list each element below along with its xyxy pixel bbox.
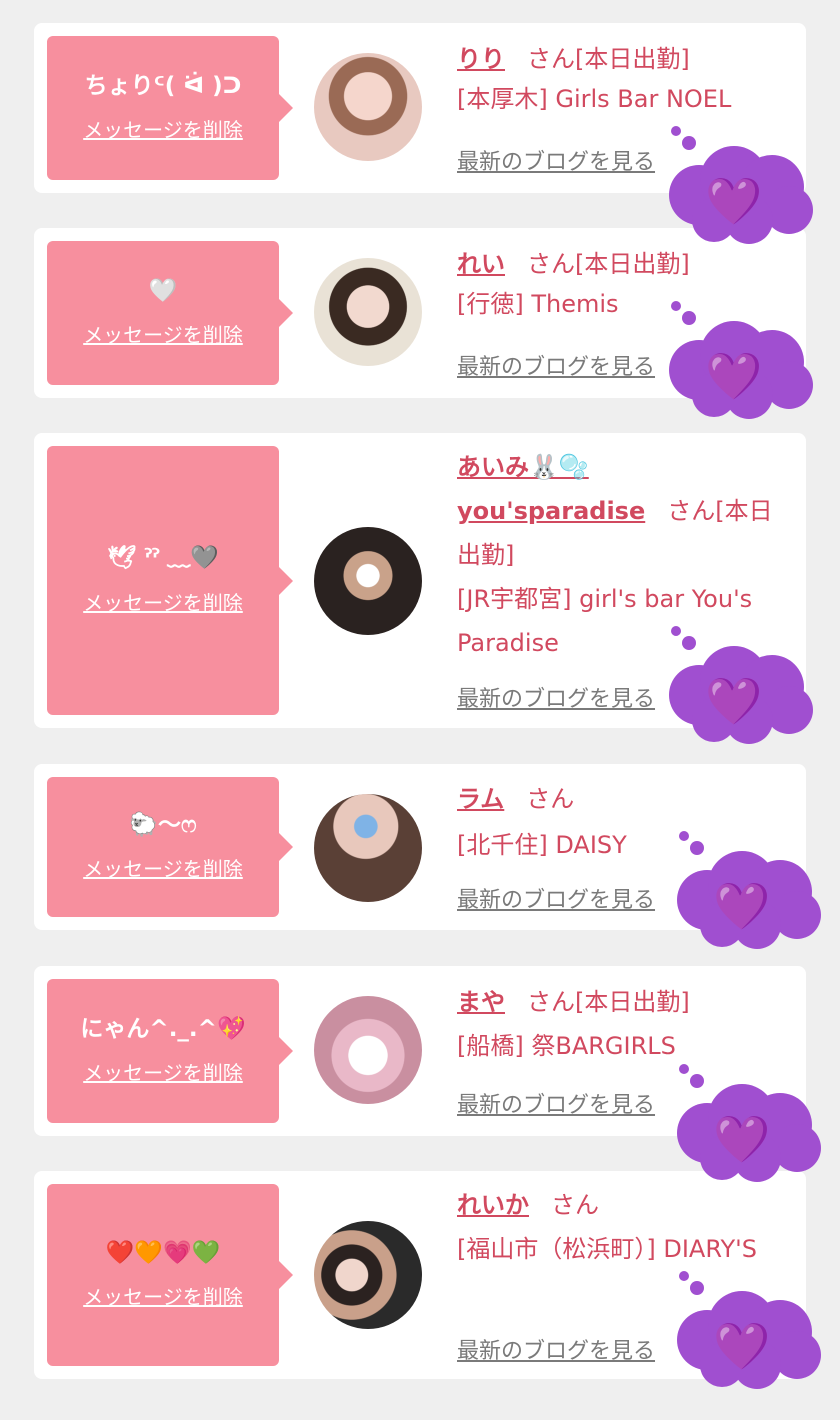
status-badge: [本日出勤] <box>575 988 690 1016</box>
delete-message-link[interactable]: メッセージを削除 <box>83 1281 243 1310</box>
user-info: まや さん[本日出勤] [船橋] 祭BARGIRLS <box>457 980 793 1068</box>
user-name-link[interactable]: れい <box>457 250 505 278</box>
delete-message-link[interactable]: メッセージを削除 <box>83 1057 243 1086</box>
honorific: さん <box>551 1191 599 1219</box>
user-info: りり さん[本日出勤] [本厚木] Girls Bar NOEL <box>457 39 793 119</box>
message-text: 🕊 ˀˀ ﹏🩶 <box>107 545 219 572</box>
message-text: にゃん^._.^💖 <box>80 1015 246 1042</box>
heart-icon: 💜 <box>713 1319 771 1373</box>
user-name-link[interactable]: まや <box>457 988 505 1016</box>
avatar[interactable] <box>314 996 422 1104</box>
honorific: さん <box>667 497 716 525</box>
message-bubble: 🐑〜ෆ メッセージを削除 <box>47 777 293 917</box>
message-bubble: ❤️🧡💗💚 メッセージを削除 <box>47 1184 293 1366</box>
avatar[interactable] <box>314 258 422 366</box>
shop-name: [北千住] DAISY <box>457 831 627 859</box>
delete-message-link[interactable]: メッセージを削除 <box>83 319 243 348</box>
status-badge: [本日出勤] <box>575 45 690 73</box>
message-bubble: 🤍 メッセージを削除 <box>47 241 293 385</box>
message-text: ちょりᑦ( ᐛ )ᑐ <box>84 72 242 99</box>
avatar[interactable] <box>314 527 422 635</box>
heart-reaction-button[interactable]: 💜 <box>654 625 814 745</box>
latest-blog-link[interactable]: 最新のブログを見る <box>457 349 655 381</box>
message-text: ❤️🧡💗💚 <box>105 1239 221 1266</box>
heart-icon: 💜 <box>705 349 763 403</box>
latest-blog-link[interactable]: 最新のブログを見る <box>457 1087 655 1119</box>
shop-name: [福山市（松浜町）] DIARY'S <box>457 1235 757 1263</box>
user-info: れいか さん [福山市（松浜町）] DIARY'S <box>457 1183 793 1271</box>
message-bubble: 🕊 ˀˀ ﹏🩶 メッセージを削除 <box>47 446 293 715</box>
honorific: さん <box>527 250 575 278</box>
shop-name: [船橋] 祭BARGIRLS <box>457 1032 676 1060</box>
message-bubble: ちょりᑦ( ᐛ )ᑐ メッセージを削除 <box>47 36 293 180</box>
delete-message-link[interactable]: メッセージを削除 <box>83 587 243 616</box>
message-text: 🐑〜ෆ <box>129 811 197 838</box>
status-badge: [本日出勤] <box>575 250 690 278</box>
heart-icon: 💜 <box>713 1112 771 1166</box>
user-name-link[interactable]: ラム <box>457 785 504 813</box>
shop-name: [本厚木] Girls Bar NOEL <box>457 85 732 113</box>
heart-reaction-button[interactable]: 💜 <box>654 300 814 420</box>
heart-icon: 💜 <box>705 174 763 228</box>
heart-reaction-button[interactable]: 💜 <box>662 1270 822 1390</box>
user-name-link[interactable]: れいか <box>457 1191 529 1219</box>
latest-blog-link[interactable]: 最新のブログを見る <box>457 882 655 914</box>
honorific: さん <box>526 785 575 813</box>
shop-name: [行徳] Themis <box>457 290 619 318</box>
honorific: さん <box>527 988 575 1016</box>
message-text: 🤍 <box>148 277 178 304</box>
user-name-link[interactable]: りり <box>457 45 505 73</box>
avatar[interactable] <box>314 53 422 161</box>
delete-message-link[interactable]: メッセージを削除 <box>83 853 243 882</box>
latest-blog-link[interactable]: 最新のブログを見る <box>457 1333 655 1365</box>
avatar[interactable] <box>314 794 422 902</box>
honorific: さん <box>527 45 575 73</box>
heart-reaction-button[interactable]: 💜 <box>662 830 822 950</box>
user-name-link[interactable]: あいみ🐰🫧 you'sparadise <box>457 453 645 525</box>
avatar[interactable] <box>314 1221 422 1329</box>
latest-blog-link[interactable]: 最新のブログを見る <box>457 144 655 176</box>
message-bubble: にゃん^._.^💖 メッセージを削除 <box>47 979 293 1123</box>
heart-reaction-button[interactable]: 💜 <box>662 1063 822 1183</box>
heart-icon: 💜 <box>705 674 763 728</box>
latest-blog-link[interactable]: 最新のブログを見る <box>457 681 655 713</box>
delete-message-link[interactable]: メッセージを削除 <box>83 114 243 143</box>
heart-icon: 💜 <box>713 879 771 933</box>
heart-reaction-button[interactable]: 💜 <box>654 125 814 245</box>
